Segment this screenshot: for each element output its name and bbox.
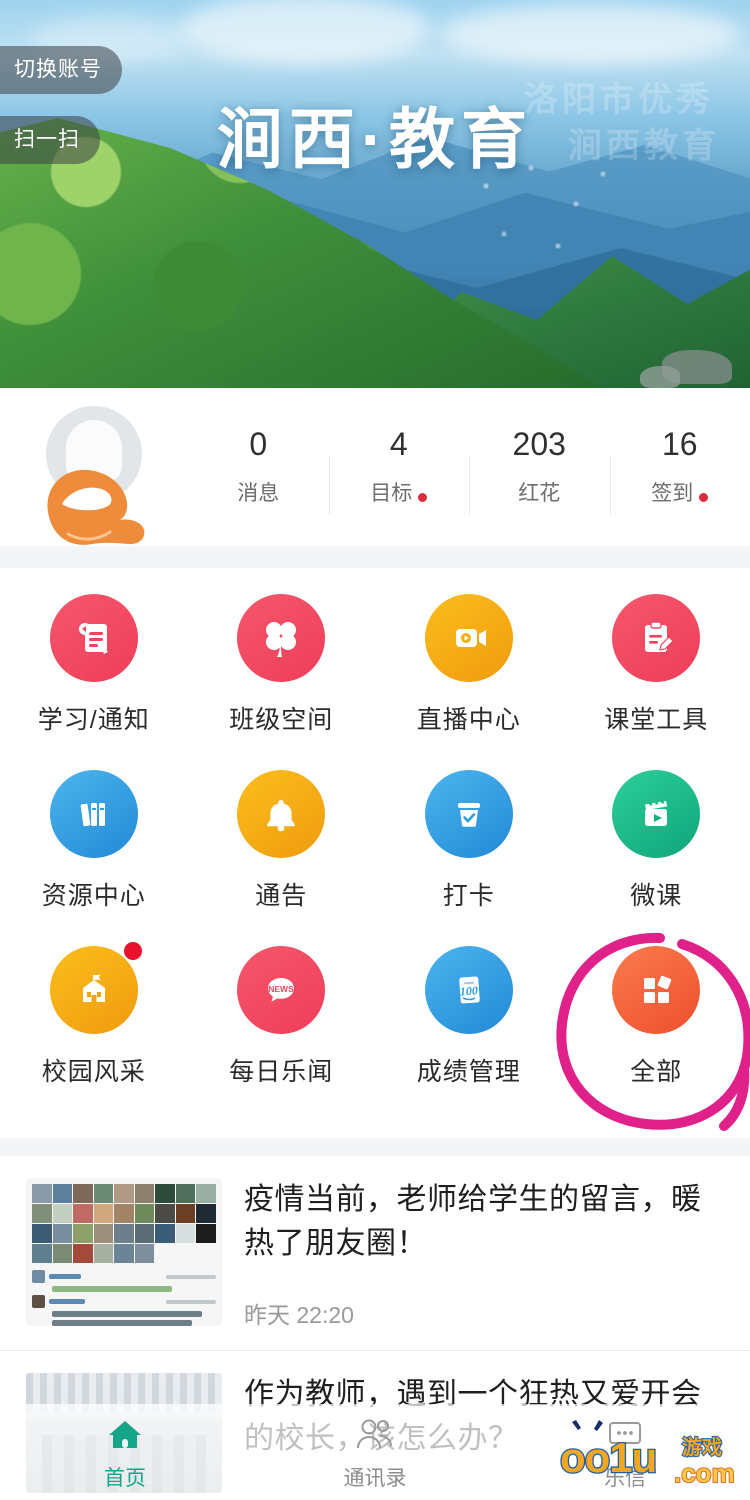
- bell-icon: [237, 770, 326, 858]
- badge-dot: [123, 942, 142, 960]
- grid-item-study-notice[interactable]: 学习/通知: [0, 594, 188, 770]
- tab-home[interactable]: 首页: [0, 1412, 250, 1492]
- grid-item-micro-lesson[interactable]: 微课: [563, 770, 750, 946]
- grid-item-label: 学习/通知: [37, 706, 150, 734]
- grid-item-label: 校园风采: [41, 1058, 146, 1086]
- grid-row: 校园风采 NEWS 每日乐闻 100 成绩管理 全部: [0, 932, 750, 1131]
- unread-dot: [418, 493, 428, 503]
- news-bubble-icon: NEWS: [237, 946, 326, 1034]
- grid-item-label: 资源中心: [41, 882, 146, 910]
- school-building-icon: [49, 942, 142, 1034]
- comment-block: [26, 1263, 222, 1326]
- clipboard-pencil-icon: [612, 594, 701, 682]
- app-root: 洛阳市优秀 涧西教育 涧西·教育 切换账号 扫一扫 0 消息 4 目标 203 …: [0, 0, 750, 1500]
- tab-chat[interactable]: 乐信: [500, 1412, 750, 1492]
- grid-item-resource-center[interactable]: 资源中心: [0, 770, 188, 946]
- grid-row: 资源中心 通告 打卡 微课: [0, 770, 750, 946]
- stat-checkin[interactable]: 16 签到: [609, 425, 750, 514]
- stat-goals[interactable]: 4 目标: [328, 425, 470, 514]
- grid-row: 学习/通知 班级空间 直播中心 课堂工具: [0, 594, 750, 770]
- photo-grid: [26, 1178, 222, 1263]
- stat-value: 0: [249, 425, 268, 462]
- avatar-area[interactable]: [0, 388, 188, 546]
- section-divider: [0, 1138, 750, 1156]
- section-divider: [0, 546, 750, 568]
- tab-contacts[interactable]: 通讯录: [250, 1412, 500, 1492]
- grid-item-daily-news[interactable]: NEWS 每日乐闻: [188, 946, 376, 1122]
- tab-label: 通讯录: [343, 1467, 407, 1490]
- grid-item-classroom-tools[interactable]: 课堂工具: [563, 594, 750, 770]
- scan-qr-button[interactable]: 扫一扫: [0, 116, 100, 164]
- grid-item-class-space[interactable]: 班级空间: [188, 594, 376, 770]
- grid-item-checkin[interactable]: 打卡: [375, 770, 563, 946]
- stat-label: 目标: [370, 477, 428, 507]
- app-shortcut-grid: 学习/通知 班级空间 直播中心 课堂工具 资源中心 通告 打卡 微课 校园风采 …: [0, 568, 750, 1138]
- announcement-document-icon: [49, 594, 138, 682]
- tab-label: 首页: [104, 1467, 146, 1490]
- unread-dot: [699, 493, 709, 503]
- news-body: 疫情当前，老师给学生的留言，暖热了朋友圈！ 昨天 22:20: [222, 1178, 724, 1330]
- stat-messages[interactable]: 0 消息: [188, 428, 329, 507]
- news-item[interactable]: 疫情当前，老师给学生的留言，暖热了朋友圈！ 昨天 22:20: [0, 1156, 750, 1351]
- bottom-tab-bar: 首页 通讯录 乐信 oo1u 游戏 .com: [0, 1404, 750, 1500]
- cloud-decoration: [440, 4, 740, 64]
- grid-item-label: 成绩管理: [416, 1058, 521, 1086]
- grid-all-icon: [612, 946, 701, 1034]
- stat-label: 消息: [237, 481, 280, 505]
- contacts-icon: [250, 1412, 500, 1458]
- tab-label: 乐信: [604, 1467, 646, 1490]
- news-time: 昨天 22:20: [244, 1302, 354, 1328]
- svg-text:NEWS: NEWS: [269, 984, 295, 994]
- rock-decoration: [640, 366, 680, 388]
- books-icon: [49, 770, 138, 858]
- grid-item-label: 每日乐闻: [229, 1058, 334, 1086]
- clover-icon: [237, 594, 326, 682]
- grid-item-label: 通告: [255, 882, 308, 910]
- grid-item-label: 班级空间: [229, 706, 334, 734]
- switch-account-button[interactable]: 切换账号: [0, 46, 122, 94]
- stat-value: 203: [512, 425, 566, 462]
- clapperboard-icon: [612, 770, 701, 858]
- stat-label: 红花: [518, 481, 561, 505]
- grid-item-campus-style[interactable]: 校园风采: [0, 942, 188, 1122]
- grid-item-label: 打卡: [442, 882, 495, 910]
- stat-flowers[interactable]: 203 红花: [469, 425, 610, 514]
- grid-item-label: 全部: [630, 1058, 683, 1086]
- grid-item-live-center[interactable]: 直播中心: [375, 594, 563, 770]
- chat-icon: [500, 1412, 750, 1458]
- page-title: 涧西·教育: [217, 102, 533, 176]
- stat-value: 16: [661, 425, 698, 462]
- check-cup-icon: [424, 770, 513, 858]
- header-banner: 洛阳市优秀 涧西教育 涧西·教育 切换账号 扫一扫: [0, 0, 750, 388]
- svg-text:100: 100: [459, 983, 478, 998]
- grid-item-label: 微课: [630, 882, 683, 910]
- stat-label: 签到: [651, 477, 709, 507]
- grid-item-label: 课堂工具: [604, 706, 709, 734]
- grid-item-score-management[interactable]: 100 成绩管理: [375, 946, 563, 1122]
- news-title: 疫情当前，老师给学生的留言，暖热了朋友圈！: [244, 1183, 702, 1260]
- stats-bar: 0 消息 4 目标 203 红花 16 签到: [0, 388, 750, 546]
- avatar[interactable]: [46, 406, 142, 502]
- home-icon: [0, 1412, 250, 1458]
- score-report-icon: 100: [424, 946, 513, 1034]
- stat-value: 4: [389, 425, 408, 462]
- news-thumbnail: [26, 1178, 222, 1326]
- grid-item-all[interactable]: 全部: [556, 932, 750, 1131]
- grid-item-label: 直播中心: [416, 706, 521, 734]
- grid-item-notice[interactable]: 通告: [188, 770, 376, 946]
- video-camera-icon: [424, 594, 513, 682]
